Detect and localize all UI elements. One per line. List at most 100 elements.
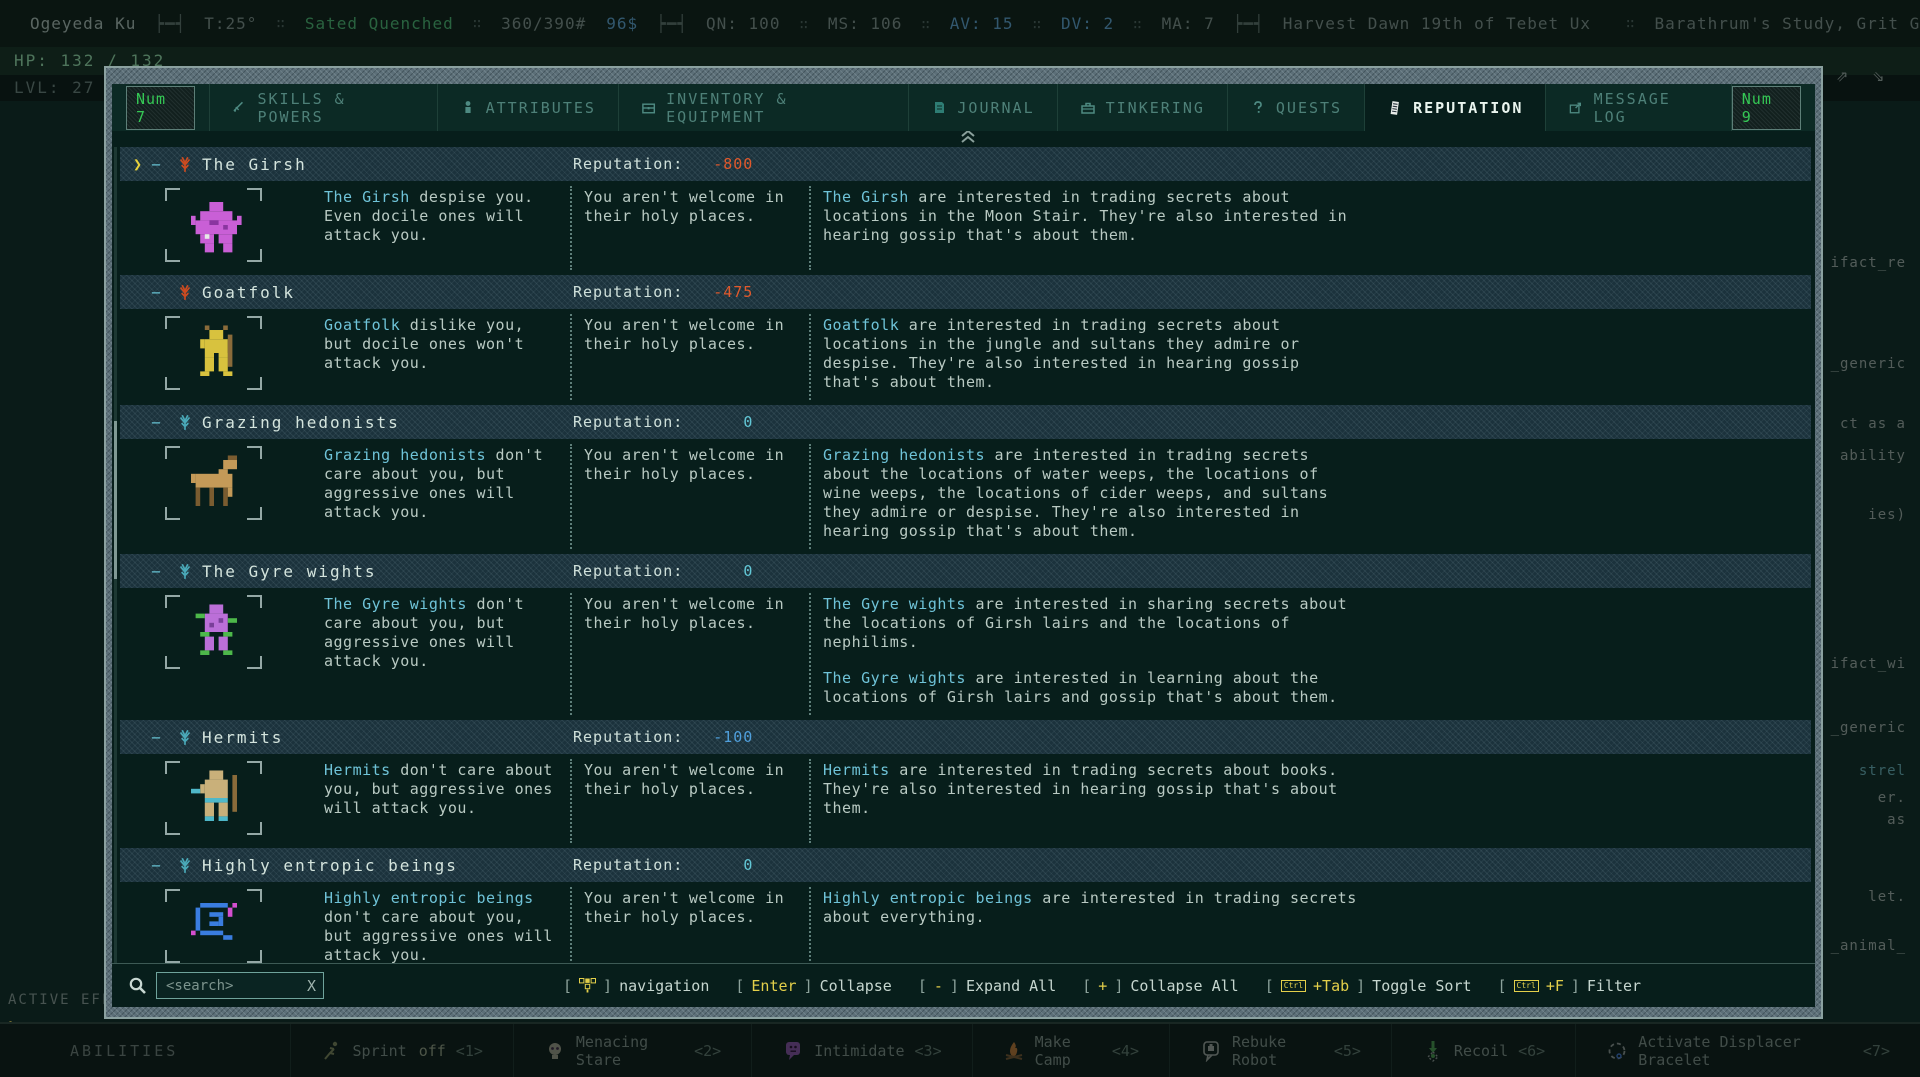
ability-activate-displacer-bracelet[interactable]: Activate Displacer Bracelet<7> [1575,1024,1920,1077]
faction-tree-icon [170,413,200,431]
reputation-label: Reputation: [573,155,683,173]
hint-filter: [Ctrl+F]Filter [1498,977,1642,995]
navigation-keys-icon [579,978,596,993]
column-divider [799,889,823,963]
girsh-sprite [181,197,245,252]
reputation-label: Reputation: [573,413,683,431]
hint-collapse-all: [+]Collapse All [1082,977,1238,995]
displacer-bracelet-icon [1606,1040,1628,1062]
faction-detail-highly-entropic-beings: Highly entropic beings don't care about … [120,882,1811,963]
bg-text-fragment: strel [1859,763,1906,779]
collapse-toggle[interactable]: − [144,283,170,302]
column-divider [799,446,823,541]
bg-text-fragment: er. [1878,790,1906,806]
tab-label: REPUTATION [1413,99,1523,117]
column-divider [560,446,584,541]
reputation-value: 0 [683,856,753,874]
ability-hotkey: <2> [694,1042,721,1060]
collapse-toggle[interactable]: − [144,856,170,875]
hint-label: Toggle Sort [1372,977,1471,995]
person-icon [460,100,476,116]
search-input[interactable] [164,977,303,995]
ability-menacing-stare[interactable]: Menacing Stare<2> [513,1024,751,1077]
tab-inventory-equipment[interactable]: INVENTORY & EQUIPMENT [618,84,908,131]
faction-portrait [165,316,262,390]
bg-text-fragment: _generic [1831,720,1906,736]
column-divider [560,761,584,835]
faction-portrait [165,889,262,963]
tab-message-log[interactable]: MESSAGE LOG [1545,84,1731,131]
column-divider [560,889,584,963]
reputation-label: Reputation: [573,728,683,746]
tab-quests[interactable]: QUESTS [1227,84,1364,131]
interest-paragraph: Highly entropic beings are interested in… [823,889,1363,927]
hint-label: Collapse All [1130,977,1238,995]
collapse-toggle[interactable]: − [144,562,170,581]
faction-feelings: The Girsh despise you. Even docile ones … [324,188,560,262]
clear-search-button[interactable]: X [307,977,316,995]
faction-feelings: Highly entropic beings don't care about … [324,889,560,963]
column-divider [799,316,823,392]
intimidate-icon [782,1040,804,1062]
reputation-value: -475 [683,283,753,301]
tab-label: JOURNAL [957,99,1034,117]
faction-tree-icon [170,155,200,173]
faction-detail-the-gyre-wights: The Gyre wights don't care about you, bu… [120,588,1811,720]
hint-label: Expand All [966,977,1056,995]
faction-holy-status: You aren't welcome in their holy places. [584,761,799,835]
faction-tree-icon [170,283,200,301]
faction-row-the-girsh[interactable]: ❯− The GirshReputation:-800 [120,147,1811,181]
ability-hotkey: <4> [1112,1042,1139,1060]
stat-ma: MA: 7 [1162,14,1215,33]
ability-sprint[interactable]: Sprintoff<1> [290,1024,513,1077]
reputation-value: 0 [683,413,753,431]
faction-row-the-gyre-wights[interactable]: − The Gyre wightsReputation:0 [120,554,1811,588]
log-icon [1568,100,1583,116]
tab-reputation[interactable]: REPUTATION [1364,84,1545,131]
ability-hotkey: <3> [915,1042,942,1060]
hint-toggle-sort: [Ctrl+Tab]Toggle Sort [1265,977,1472,995]
bg-text-fragment: ies) [1868,507,1906,523]
collapse-toggle[interactable]: − [144,155,170,174]
scrollbar-thumb[interactable] [114,421,117,579]
dialog-footer: X []navigation[Enter]Collapse[-]Expand A… [112,963,1815,1007]
ability-rebuke-robot[interactable]: Rebuke Robot<5> [1169,1024,1391,1077]
quest-icon [1250,100,1266,116]
bg-text-fragment: as [1887,812,1906,828]
tab-tinkering[interactable]: TINKERING [1057,84,1227,131]
temperature: T:25° [204,14,257,33]
faction-feelings: Goatfolk dislike you, but docile ones wo… [324,316,560,392]
faction-holy-status: You aren't welcome in their holy places. [584,595,799,707]
reputation-value: -800 [683,155,753,173]
faction-holy-status: You aren't welcome in their holy places. [584,889,799,963]
search-box[interactable]: X [156,972,324,999]
tab-journal[interactable]: JOURNAL [908,84,1056,131]
ability-intimidate[interactable]: Intimidate<3> [751,1024,971,1077]
tab-attributes[interactable]: ATTRIBUTES [437,84,618,131]
ability-recoil[interactable]: Recoil<6> [1391,1024,1575,1077]
bg-text-fragment: _generic [1831,356,1906,372]
faction-feelings: Hermits don't care about you, but aggres… [324,761,560,835]
faction-row-highly-entropic-beings[interactable]: − Highly entropic beingsReputation:0 [120,848,1811,882]
faction-list: ❯− The GirshReputation:-800 The Girsh des… [112,131,1815,963]
ability-name: Activate Displacer Bracelet [1638,1033,1853,1069]
faction-row-hermits[interactable]: − HermitsReputation:-100 [120,720,1811,754]
interest-paragraph: Hermits are interested in trading secret… [823,761,1363,818]
faction-row-goatfolk[interactable]: − GoatfolkReputation:-475 [120,275,1811,309]
faction-row-grazing-hedonists[interactable]: − Grazing hedonistsReputation:0 [120,405,1811,439]
tab-skills-powers[interactable]: SKILLS & POWERS [209,84,436,131]
reputation-value: 0 [683,562,753,580]
faction-holy-status: You aren't welcome in their holy places. [584,188,799,262]
tab-label: MESSAGE LOG [1594,90,1709,126]
reputation-label: Reputation: [573,856,683,874]
ability-make-camp[interactable]: Make Camp<4> [972,1024,1169,1077]
bg-text-fragment: let. [1868,889,1906,905]
sprint-icon [321,1040,343,1062]
hint-expand-all: [-]Expand All [918,977,1056,995]
gyrewight-sprite [181,604,245,659]
collapse-toggle[interactable]: − [144,728,170,747]
resize-arrows-icon: ⇗⇘ [1836,62,1908,86]
collapse-toggle[interactable]: − [144,413,170,432]
status-effects: Sated Quenched [305,14,454,33]
faction-tree-icon [170,856,200,874]
